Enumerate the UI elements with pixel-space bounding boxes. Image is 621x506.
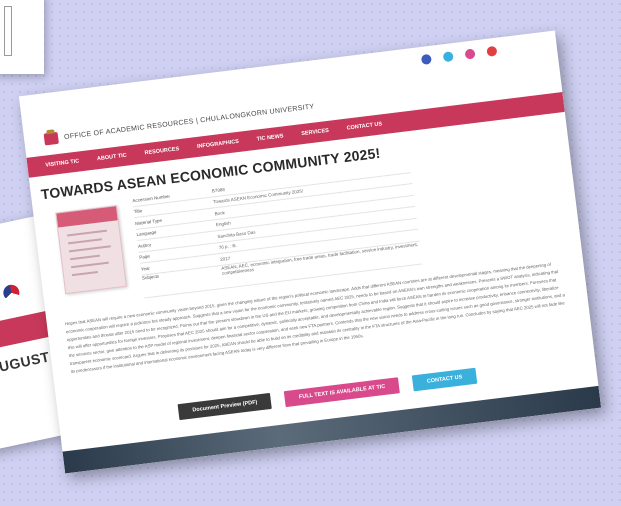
nav-item-infographics[interactable]: INFOGRAPHICS <box>197 139 240 150</box>
corner-card <box>0 0 44 74</box>
facebook-icon[interactable] <box>420 53 432 65</box>
nav-item-about[interactable]: ABOUT TIC <box>97 153 127 163</box>
abstract-text: Hopes that ASEAN will require a new econ… <box>64 261 566 375</box>
side-card-flags <box>0 283 21 307</box>
nav-item-news[interactable]: TIC NEWS <box>256 133 283 142</box>
book-cover-image <box>55 205 127 295</box>
side-card-month: AUGUST <box>0 348 52 377</box>
flag-icon <box>1 283 21 303</box>
contact-us-button[interactable]: CONTACT US <box>412 367 478 392</box>
full-text-button[interactable]: FULL TEXT IS AVAILABLE AT TIC <box>284 377 401 408</box>
document-preview-button[interactable]: Document Preview (PDF) <box>177 392 273 421</box>
instagram-icon[interactable] <box>464 48 476 60</box>
nav-item-visiting[interactable]: VISITING TIC <box>45 158 79 168</box>
nav-item-resources[interactable]: RESOURCES <box>144 146 179 156</box>
youtube-icon[interactable] <box>486 45 498 57</box>
nav-item-services[interactable]: SERVICES <box>301 128 329 137</box>
university-logo-icon <box>43 131 59 146</box>
nav-item-contact[interactable]: CONTACT US <box>346 121 382 131</box>
library-page-screenshot: OFFICE OF ACADEMIC RESOURCES | CHULALONG… <box>18 30 602 474</box>
social-links <box>420 45 498 65</box>
twitter-icon[interactable] <box>442 51 454 63</box>
corner-card-frame <box>4 6 12 56</box>
